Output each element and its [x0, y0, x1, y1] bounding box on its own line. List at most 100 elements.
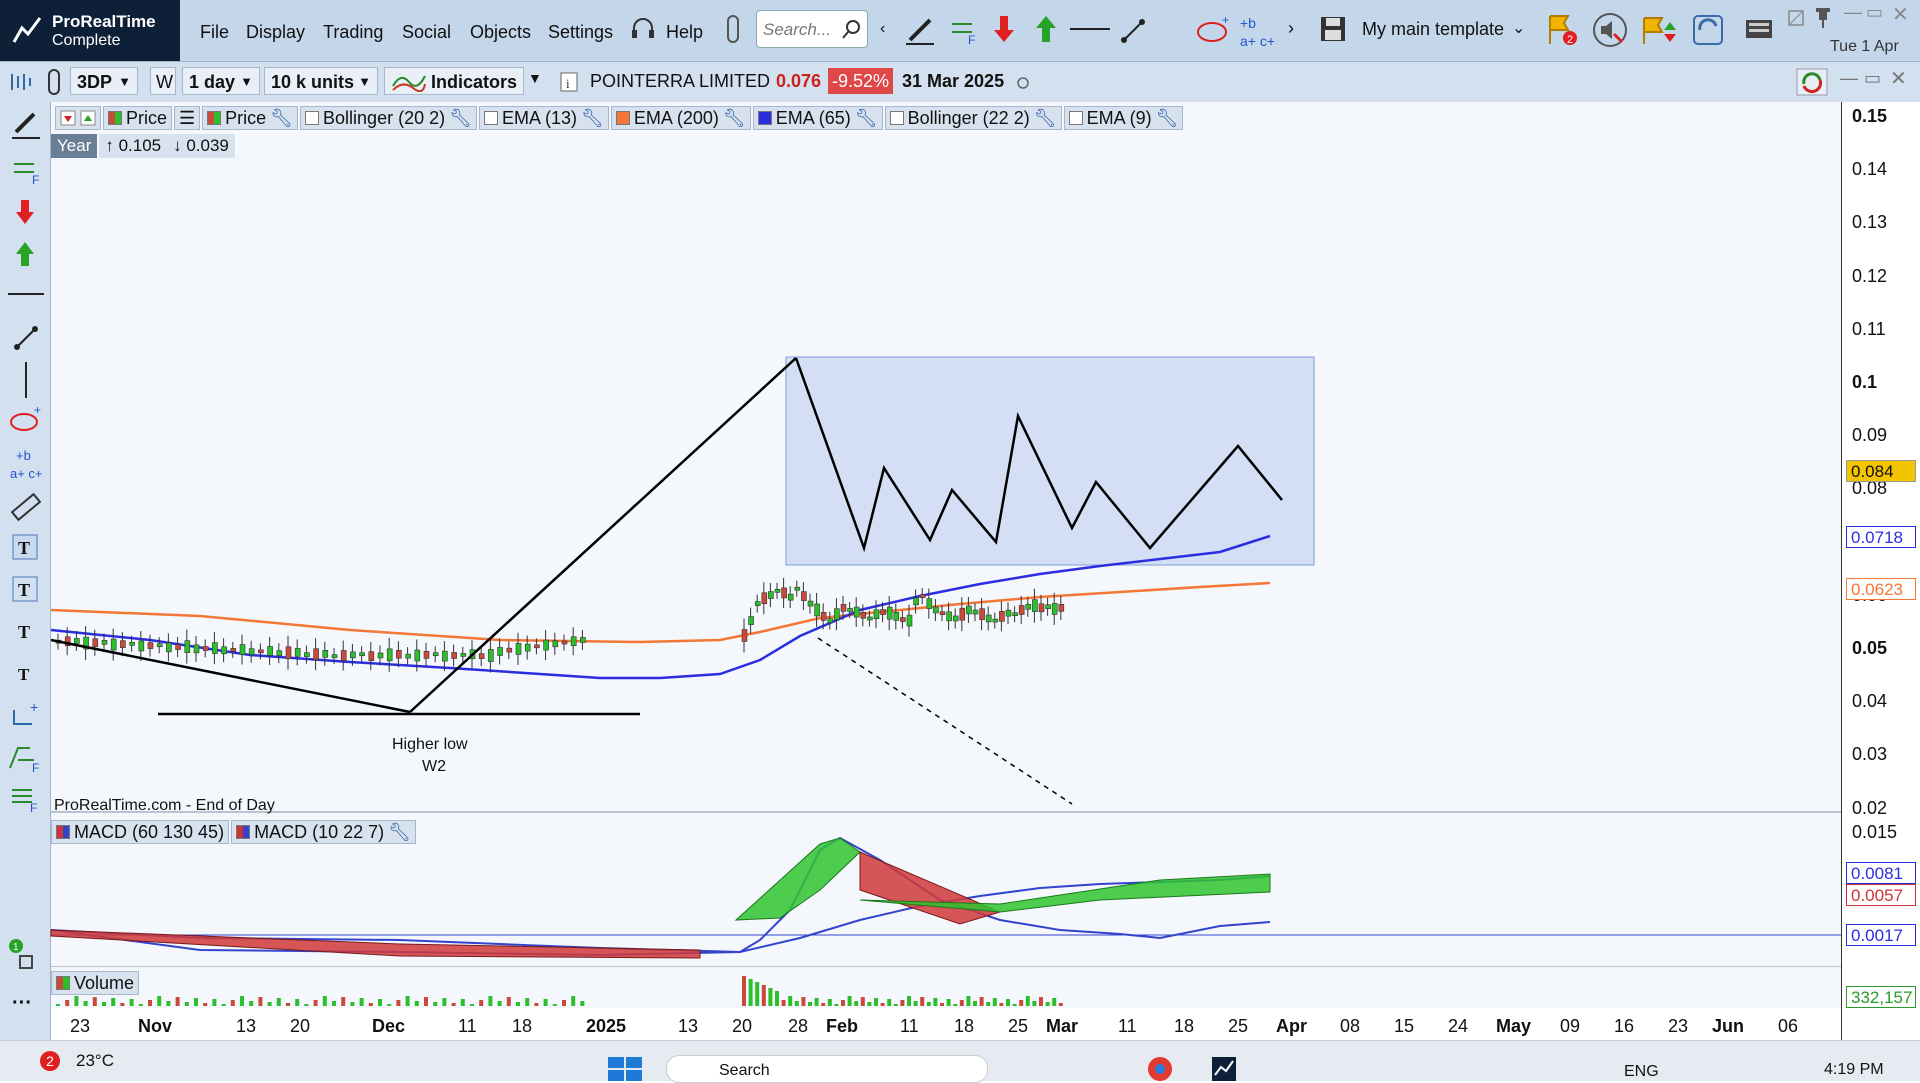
menu-help[interactable]: Help — [666, 22, 703, 43]
search-icon[interactable] — [841, 19, 861, 39]
chart-maximize-button[interactable]: ▭ — [1864, 68, 1881, 89]
ruler-icon[interactable] — [10, 492, 42, 522]
fibonacci-levels-icon[interactable]: F — [10, 784, 42, 812]
draw-pencil-icon[interactable] — [10, 108, 42, 140]
trendline-tool-icon[interactable] — [12, 324, 40, 352]
w2-annotation[interactable]: W2 — [422, 758, 446, 776]
sound-off-icon[interactable] — [1592, 12, 1628, 48]
legend-volume[interactable]: Volume — [51, 971, 140, 995]
keyboard-icon[interactable] — [1744, 14, 1774, 44]
prorealtime-app-icon[interactable] — [1210, 1055, 1238, 1081]
weather-temp[interactable]: 23°C — [76, 1051, 114, 1071]
legend-ema-200[interactable]: EMA (200) 🔧︎ — [610, 106, 751, 130]
menu-objects[interactable]: Objects — [470, 22, 531, 43]
add-point-icon[interactable]: + — [10, 700, 42, 730]
menu-file[interactable]: File — [200, 22, 229, 43]
scroll-left-icon[interactable]: ‹ — [880, 20, 885, 38]
language-indicator[interactable]: ENG — [1624, 1063, 1659, 1081]
abc-points-icon[interactable]: +b a+ c+ — [1238, 12, 1274, 48]
chart-link-icon[interactable] — [44, 68, 66, 96]
link-icon[interactable] — [722, 14, 744, 44]
menu-social[interactable]: Social — [402, 22, 451, 43]
chart-minimize-button[interactable]: — — [1840, 68, 1858, 89]
indicators-chevron-icon[interactable]: ▼ — [528, 70, 542, 86]
legend-macd-10[interactable]: MACD (10 22 7) 🔧︎ — [231, 820, 416, 844]
legend-price-series[interactable]: Price 🔧︎ — [202, 106, 299, 130]
sell-arrow-icon[interactable] — [992, 14, 1016, 44]
trendline-icon[interactable] — [1118, 16, 1148, 46]
ellipse-tool-icon[interactable]: + — [1196, 14, 1232, 46]
detach-window-icon[interactable] — [1786, 8, 1806, 28]
wrench-icon[interactable]: 🔧︎ — [1156, 106, 1179, 130]
info-icon[interactable]: i — [560, 72, 578, 92]
scroll-right-icon[interactable]: › — [1288, 18, 1294, 39]
start-icon[interactable] — [608, 1057, 642, 1081]
wrench-icon[interactable]: 🔧︎ — [449, 106, 472, 130]
horizontal-line-tool-icon[interactable] — [8, 292, 44, 296]
indicators-button[interactable]: Indicators — [384, 67, 524, 95]
clock[interactable]: 4:19 PM — [1824, 1061, 1884, 1079]
template-selector[interactable]: My main template — [1362, 19, 1504, 40]
text-tool-icon[interactable]: T — [12, 618, 38, 644]
vertical-line-tool-icon[interactable] — [24, 362, 28, 398]
ticker-selector[interactable]: 3DP ▼ — [70, 67, 138, 95]
window-minimize-button[interactable]: — — [1844, 2, 1862, 23]
pin-icon[interactable] — [1812, 6, 1834, 28]
legend-bollinger-22[interactable]: Bollinger (22 2) 🔧︎ — [884, 106, 1062, 130]
buy-tool-icon[interactable] — [14, 240, 36, 268]
alerts-flag-icon[interactable]: 2 — [1546, 12, 1580, 48]
price-chart-area[interactable] — [51, 102, 1841, 812]
units-selector[interactable]: 10 k units ▼ — [264, 67, 378, 95]
sell-tool-icon[interactable] — [14, 198, 36, 226]
template-chevron-icon[interactable]: ⌄ — [1512, 18, 1525, 38]
legend-macd-60[interactable]: MACD (60 130 45) — [51, 820, 230, 844]
volume-bar — [834, 1004, 839, 1006]
wrench-icon[interactable]: 🔧︎ — [1034, 106, 1057, 130]
window-close-button[interactable]: ✕ — [1892, 2, 1909, 27]
refresh-chart-icon[interactable] — [1796, 68, 1828, 96]
fibonacci-fan-icon[interactable]: F — [8, 742, 44, 774]
legend-list-button[interactable]: ☰ — [174, 106, 201, 130]
chart-close-button[interactable]: ✕ — [1890, 66, 1907, 91]
fibonacci-icon[interactable]: F — [950, 16, 980, 46]
pencil-icon[interactable] — [904, 14, 938, 46]
menu-settings[interactable]: Settings — [548, 22, 613, 43]
window-maximize-button[interactable]: ▭ — [1866, 2, 1883, 23]
taskbar-search[interactable]: Search — [666, 1055, 988, 1083]
period-toggle[interactable]: W — [150, 67, 176, 95]
menu-display[interactable]: Display — [246, 22, 305, 43]
text-box-icon[interactable]: T — [12, 534, 38, 560]
legend-up-icon[interactable] — [80, 110, 96, 126]
buy-arrow-icon[interactable] — [1034, 14, 1058, 44]
legend-down-icon[interactable] — [60, 110, 76, 126]
wrench-icon[interactable]: 🔧︎ — [855, 106, 878, 130]
legend-ema-13[interactable]: EMA (13) 🔧︎ — [478, 106, 609, 130]
more-tools-icon[interactable]: ··· — [12, 992, 32, 1015]
wrench-icon[interactable]: 🔧︎ — [270, 106, 293, 130]
menu-trading[interactable]: Trading — [323, 22, 383, 43]
interval-selector[interactable]: 1 day ▼ — [182, 67, 260, 95]
chrome-icon[interactable] — [1146, 1055, 1174, 1081]
legend-ema-9[interactable]: EMA (9) 🔧︎ — [1063, 106, 1184, 130]
wrench-icon[interactable]: 🔧︎ — [581, 106, 604, 130]
legend-nav[interactable] — [55, 106, 101, 130]
wrench-icon[interactable]: 🔧︎ — [388, 820, 411, 844]
ellipse-tool-left-icon[interactable]: + — [8, 404, 44, 434]
fibonacci-tool-icon[interactable]: F — [12, 158, 44, 186]
horizontal-line-icon[interactable] — [1070, 26, 1110, 32]
trading-flag-icon[interactable] — [1640, 12, 1676, 48]
legend-price-candles[interactable]: Price — [103, 106, 173, 130]
hand-tool-icon[interactable]: 1 — [8, 938, 44, 974]
sync-icon[interactable] — [1690, 12, 1726, 48]
legend-bollinger-20[interactable]: Bollinger (20 2) 🔧︎ — [300, 106, 477, 130]
legend-ema-65[interactable]: EMA (65) 🔧︎ — [752, 106, 883, 130]
text-small-tool-icon[interactable]: T — [12, 660, 38, 686]
text-outline-icon[interactable]: T — [12, 576, 38, 602]
headset-icon[interactable] — [630, 16, 656, 42]
save-template-icon[interactable] — [1318, 14, 1348, 44]
abc-tool-icon[interactable]: +b a+ c+ — [8, 446, 44, 482]
wrench-icon[interactable]: 🔧︎ — [723, 106, 746, 130]
chart-type-icon[interactable] — [8, 72, 32, 92]
search-input[interactable]: Search... — [756, 10, 868, 48]
higher-low-annotation[interactable]: Higher low — [392, 736, 468, 754]
